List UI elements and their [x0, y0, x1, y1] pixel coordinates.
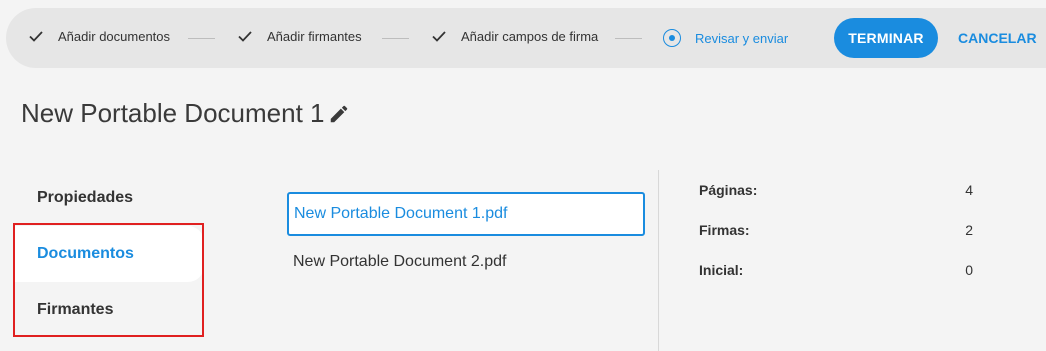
cancel-button[interactable]: CANCELAR — [952, 18, 1040, 58]
document-title: New Portable Document 1 — [21, 98, 325, 128]
check-icon — [432, 31, 446, 42]
property-signatures: Firmas: 2 — [699, 218, 979, 258]
step-add-signers[interactable]: Añadir firmantes — [237, 28, 362, 44]
section-nav: Propiedades Documentos Firmantes — [14, 170, 204, 338]
step-label: Añadir documentos — [58, 28, 171, 44]
step-add-documents[interactable]: Añadir documentos — [28, 28, 170, 44]
property-initials: Inicial: 0 — [699, 258, 979, 298]
nav-item-signers[interactable]: Firmantes — [14, 282, 204, 338]
property-label: Inicial: — [699, 262, 744, 278]
check-icon — [29, 31, 43, 42]
property-value: 4 — [965, 182, 973, 198]
radio-icon — [663, 29, 681, 47]
step-label: Añadir firmantes — [267, 28, 362, 44]
step-add-signature-fields[interactable]: Añadir campos de firma — [431, 28, 598, 44]
document-list: New Portable Document 1.pdf New Portable… — [287, 192, 645, 288]
property-value: 0 — [965, 262, 973, 278]
step-label: Añadir campos de firma — [461, 28, 599, 44]
nav-item-properties[interactable]: Propiedades — [14, 170, 204, 226]
nav-item-documents[interactable]: Documentos — [14, 226, 204, 282]
step-separator — [615, 38, 642, 39]
step-review-and-send[interactable]: Revisar y enviar — [663, 29, 788, 47]
property-pages: Páginas: 4 — [699, 178, 979, 218]
step-label: Revisar y enviar — [695, 30, 789, 46]
progress-stepper: Añadir documentos Añadir firmantes Añadi… — [6, 8, 1046, 68]
finish-button[interactable]: TERMINAR — [834, 18, 938, 58]
property-value: 2 — [965, 222, 973, 238]
step-separator — [382, 38, 409, 39]
property-label: Firmas: — [699, 222, 750, 238]
page-title: New Portable Document 1 — [21, 98, 350, 129]
property-label: Páginas: — [699, 182, 758, 198]
document-item-2[interactable]: New Portable Document 2.pdf — [287, 240, 645, 284]
pencil-icon[interactable] — [328, 103, 350, 125]
document-properties: Páginas: 4 Firmas: 2 Inicial: 0 — [699, 178, 979, 298]
check-icon — [238, 31, 252, 42]
vertical-divider — [658, 170, 659, 351]
document-item-1[interactable]: New Portable Document 1.pdf — [287, 192, 645, 236]
step-separator — [188, 38, 215, 39]
